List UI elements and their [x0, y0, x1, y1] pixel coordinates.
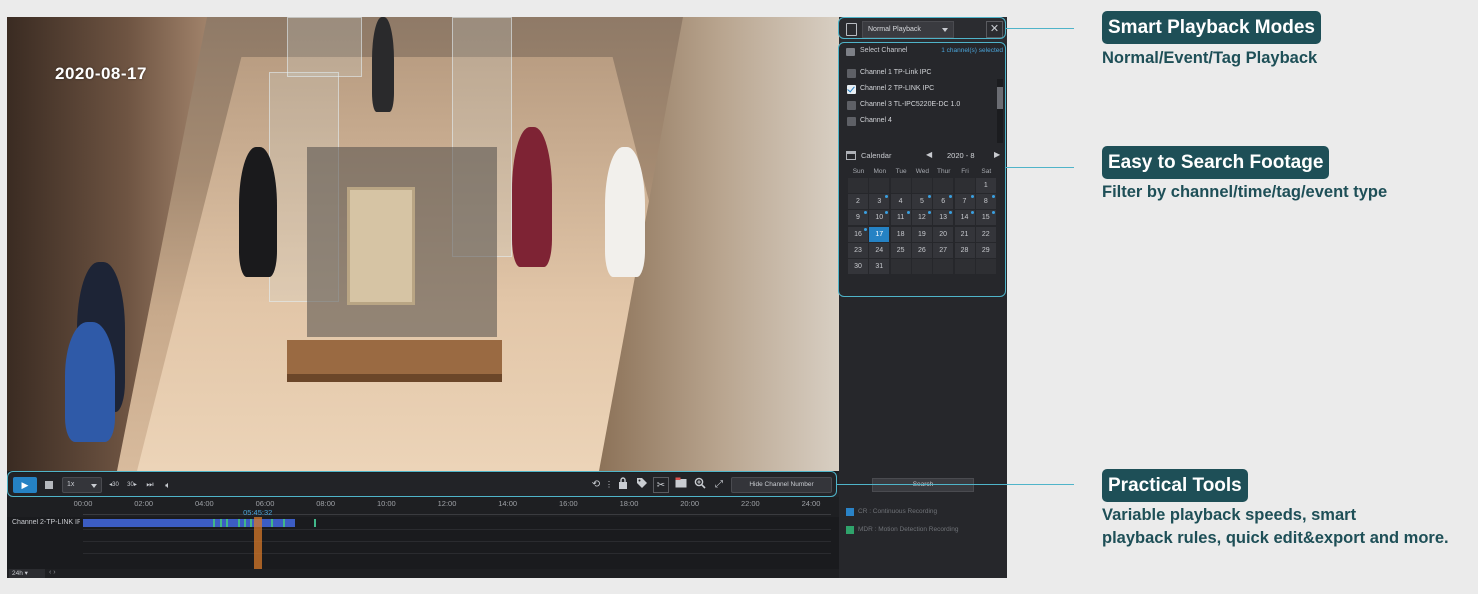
- recording-type-label: CR : Continuous Recording: [858, 508, 938, 515]
- timeline-tick-label: 06:00: [255, 499, 275, 508]
- video-statue: [372, 17, 394, 112]
- timeline-tick-label: 16:00: [558, 499, 578, 508]
- video-person: [512, 127, 552, 267]
- timeline-tick-label: 10:00: [376, 499, 396, 508]
- video-sarcophagus: [347, 187, 415, 305]
- callout-title: Practical Tools: [1102, 469, 1248, 502]
- timeline-tick-label: 14:00: [498, 499, 518, 508]
- timeline-tick-label: 22:00: [740, 499, 760, 508]
- search-button[interactable]: Search: [872, 478, 974, 492]
- timeline-tick-label: 12:00: [437, 499, 457, 508]
- motion-marker: [249, 519, 252, 527]
- timeline-tick-label: 02:00: [134, 499, 154, 508]
- recording-segment[interactable]: [83, 519, 296, 527]
- timeline-tick-label: 00:00: [73, 499, 93, 508]
- track-lane: [83, 553, 831, 554]
- timeline-scale-select[interactable]: 24h ▾: [9, 569, 45, 578]
- video-bench: [287, 340, 502, 382]
- callout-leader: [837, 484, 1074, 485]
- callout-title: Smart Playback Modes: [1102, 11, 1321, 44]
- motion-marker: [237, 519, 240, 527]
- recording-type-checkbox[interactable]: [846, 508, 854, 516]
- timeline-scale-value: 24h: [12, 570, 23, 577]
- video-person: [605, 147, 645, 277]
- video-display-case: [287, 17, 362, 77]
- video-person: [65, 322, 115, 442]
- timeline-tick-label: 24:00: [801, 499, 821, 508]
- callout-leader: [1006, 28, 1074, 29]
- motion-marker: [283, 519, 286, 527]
- motion-marker: [243, 519, 246, 527]
- video-person: [239, 147, 277, 277]
- playhead[interactable]: [253, 517, 262, 569]
- video-view[interactable]: 2020-08-17: [7, 17, 839, 471]
- motion-marker: [225, 519, 228, 527]
- callout-desc: playback rules, quick edit&export and mo…: [1102, 529, 1449, 547]
- timeline-cursor-time: 05:45:32: [243, 508, 273, 517]
- video-date-stamp: 2020-08-17: [55, 64, 147, 83]
- recording-type-checkbox[interactable]: [846, 526, 854, 534]
- motion-marker: [219, 519, 222, 527]
- timeline-ruler[interactable]: [83, 509, 831, 515]
- timeline-tick-label: 04:00: [194, 499, 214, 508]
- callout-desc: Variable playback speeds, smart: [1102, 506, 1357, 524]
- callout-leader: [1006, 167, 1074, 168]
- highlight-search-frame: [838, 42, 1006, 297]
- highlight-tools-frame: [7, 471, 837, 497]
- track-lane: [83, 541, 831, 542]
- motion-marker: [313, 519, 316, 527]
- callout-desc: Filter by channel/time/tag/event type: [1102, 183, 1388, 201]
- timeline-nav-arrows[interactable]: ‹ ›: [49, 569, 56, 576]
- motion-marker: [213, 519, 216, 527]
- timeline-tick-label: 18:00: [619, 499, 639, 508]
- callout-title: Easy to Search Footage: [1102, 146, 1330, 179]
- timeline-tick-label: 08:00: [316, 499, 336, 508]
- timeline[interactable]: 00:00 02:00 04:00 06:00 08:00 10:00 12:00 14:00…: [7, 497, 839, 578]
- highlight-mode-frame: [838, 17, 1006, 39]
- track-channel-label: Channel 2-TP-LINK IPC: [12, 519, 80, 526]
- timeline-track[interactable]: Channel 2-TP-LINK IPC: [7, 517, 839, 569]
- timeline-tick-label: 20:00: [680, 499, 700, 508]
- motion-marker: [271, 519, 274, 527]
- recording-type-label: MDR : Motion Detection Recording: [858, 526, 959, 533]
- track-lane: [83, 529, 831, 530]
- callout-desc: Normal/Event/Tag Playback: [1102, 49, 1318, 67]
